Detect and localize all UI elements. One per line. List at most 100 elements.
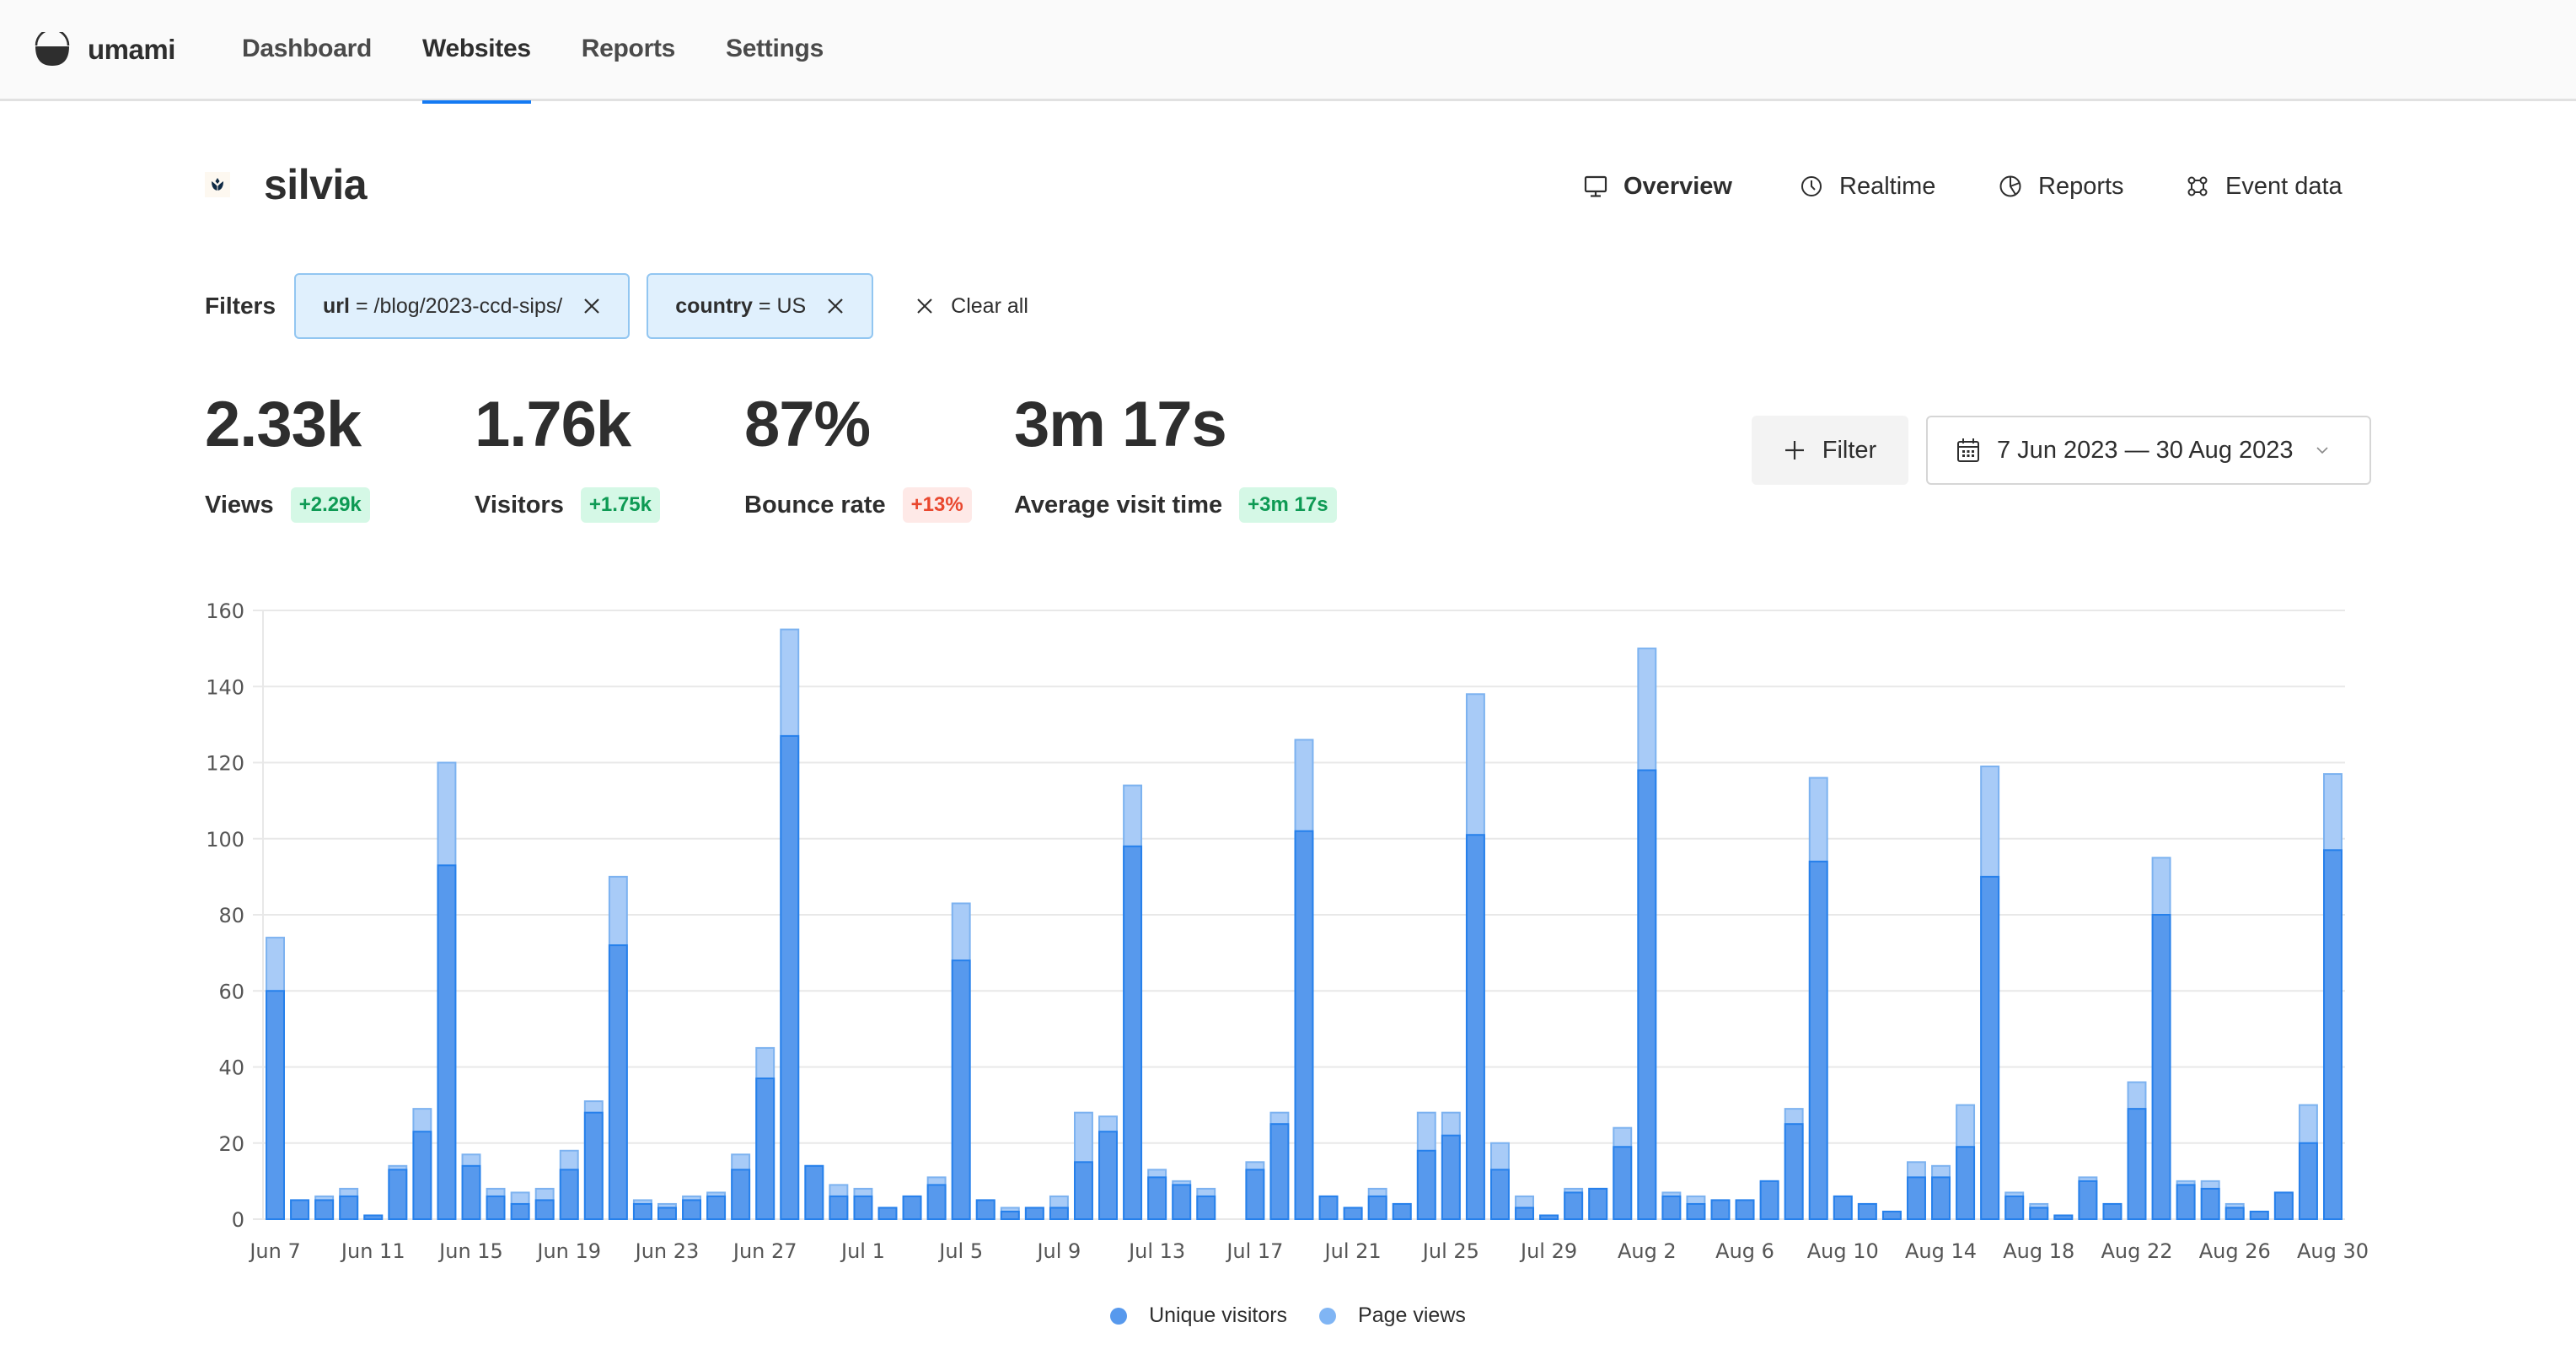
bar-unique-visitors <box>1857 1202 1877 1220</box>
filter-chip-url[interactable]: url = /blog/2023-ccd-sips/ <box>294 273 631 339</box>
y-tick-label: 20 <box>218 1132 244 1156</box>
y-tick-label: 80 <box>218 904 244 927</box>
nodes-icon <box>2187 176 2208 196</box>
bar-unique-visitors <box>461 1164 481 1220</box>
bar-unique-visitors <box>902 1195 922 1221</box>
nav-reports[interactable]: Reports <box>582 0 676 101</box>
bar-unique-visitors <box>1416 1149 1436 1221</box>
x-tick-label: Aug 6 <box>1715 1239 1774 1263</box>
bar-unique-visitors <box>1907 1176 1926 1221</box>
bar-unique-visitors <box>1588 1187 1608 1221</box>
x-tick-label: Jun 23 <box>634 1239 700 1263</box>
tab-overview[interactable]: Overview <box>1583 165 1732 207</box>
bar-unique-visitors <box>437 864 457 1221</box>
pie-chart-icon <box>1999 175 2021 197</box>
bar-unique-visitors <box>1759 1180 1779 1220</box>
bar-unique-visitors <box>657 1207 677 1221</box>
metric-change-badge: +13% <box>902 487 972 523</box>
bar-unique-visitors <box>1441 1134 1461 1220</box>
x-tick-label: Jun 7 <box>248 1239 300 1263</box>
website-header: silvia <box>205 160 368 209</box>
bar-unique-visitors <box>755 1078 775 1220</box>
bar-unique-visitors <box>486 1195 506 1221</box>
x-tick-label: Jun 19 <box>535 1239 601 1263</box>
umami-logo-icon <box>35 32 70 66</box>
bar-unique-visitors <box>1808 860 1828 1220</box>
clear-all-label: Clear all <box>951 293 1028 318</box>
metric-value: 2.33k <box>205 389 362 460</box>
bar-unique-visitors <box>2249 1210 2269 1220</box>
tab-realtime[interactable]: Realtime <box>1799 165 1935 207</box>
bar-unique-visitors <box>1881 1210 1902 1220</box>
bar-unique-visitors <box>534 1199 555 1220</box>
nav-settings[interactable]: Settings <box>726 0 824 101</box>
bar-unique-visitors <box>388 1169 408 1221</box>
bar-unique-visitors <box>1294 830 1314 1220</box>
metric-change-badge: +2.29k <box>290 487 370 523</box>
x-tick-label: Jul 9 <box>1035 1239 1081 1263</box>
bar-unique-visitors <box>1931 1176 1951 1221</box>
app-logo[interactable]: umami <box>34 32 175 67</box>
bar-unique-visitors <box>1269 1123 1290 1220</box>
tab-reports-label: Reports <box>2038 172 2124 200</box>
bar-unique-visitors <box>2078 1180 2098 1220</box>
y-tick-label: 0 <box>232 1208 244 1232</box>
nav-websites[interactable]: Websites <box>422 0 531 104</box>
remove-filter-icon[interactable] <box>582 297 601 315</box>
filter-bar: Filters url = /blog/2023-ccd-sips/ count… <box>205 272 1028 340</box>
clear-all-filters-button[interactable]: Clear all <box>915 294 1028 319</box>
bar-unique-visitors <box>780 734 800 1220</box>
nav-dashboard[interactable]: Dashboard <box>242 0 372 101</box>
add-filter-button[interactable]: Filter <box>1752 416 1908 485</box>
date-range-label: 7 Jun 2023 — 30 Aug 2023 <box>1997 436 2294 464</box>
legend-page-views[interactable]: Page views <box>1319 1303 1466 1328</box>
bar-unique-visitors <box>2029 1207 2049 1221</box>
metric-value: 87% <box>744 389 871 460</box>
bar-unique-visitors <box>2298 1142 2318 1220</box>
x-tick-label: Aug 10 <box>1807 1239 1879 1263</box>
bar-unique-visitors <box>1661 1195 1682 1221</box>
filter-operator: = <box>355 293 368 318</box>
tab-event-data-label: Event data <box>2225 172 2343 200</box>
y-tick-label: 120 <box>206 752 244 776</box>
close-icon <box>917 298 932 314</box>
metric-change-badge: +3m 17s <box>1239 487 1337 523</box>
bar-unique-visitors <box>2224 1207 2245 1221</box>
bar-unique-visitors <box>339 1195 359 1221</box>
bar-unique-visitors <box>975 1199 996 1220</box>
filter-key: url <box>323 293 350 318</box>
legend-unique-visitors[interactable]: Unique visitors <box>1110 1303 1287 1328</box>
plus-icon <box>1784 441 1804 460</box>
bar-unique-visitors <box>1318 1195 1339 1221</box>
remove-filter-icon[interactable] <box>826 297 845 315</box>
tab-event-data[interactable]: Event data <box>2185 165 2343 207</box>
bar-unique-visitors <box>1123 845 1143 1221</box>
bar-unique-visitors <box>877 1207 898 1221</box>
bar-unique-visitors <box>290 1199 310 1220</box>
bar-unique-visitors <box>1392 1202 1412 1220</box>
x-tick-label: Aug 14 <box>1905 1239 1977 1263</box>
add-filter-label: Filter <box>1822 436 1877 464</box>
x-tick-label: Jun 15 <box>437 1239 503 1263</box>
bar-unique-visitors <box>731 1169 751 1221</box>
bar-unique-visitors <box>1098 1131 1118 1221</box>
bar-unique-visitors <box>1710 1199 1731 1220</box>
bar-unique-visitors <box>1147 1176 1167 1221</box>
bar-unique-visitors <box>2323 849 2343 1220</box>
calendar-icon <box>1957 438 1979 462</box>
bar-unique-visitors <box>2053 1214 2074 1221</box>
bar-unique-visitors <box>2004 1195 2025 1221</box>
bar-unique-visitors <box>1367 1195 1387 1221</box>
filter-chip-country[interactable]: country = US <box>647 273 874 339</box>
bar-unique-visitors <box>608 944 628 1220</box>
bar-unique-visitors <box>951 959 971 1221</box>
bar-unique-visitors <box>1049 1207 1069 1221</box>
top-nav-bar: umami Dashboard Websites Reports Setting… <box>0 0 2576 104</box>
tab-reports[interactable]: Reports <box>1998 165 2124 207</box>
metric-label: Bounce rate <box>744 491 886 519</box>
bar-unique-visitors <box>1564 1191 1584 1220</box>
y-tick-label: 60 <box>218 980 244 1003</box>
date-range-picker[interactable]: 7 Jun 2023 — 30 Aug 2023 <box>1926 416 2371 485</box>
x-tick-label: Jul 1 <box>840 1239 885 1263</box>
x-tick-label: Jun 27 <box>732 1239 797 1263</box>
